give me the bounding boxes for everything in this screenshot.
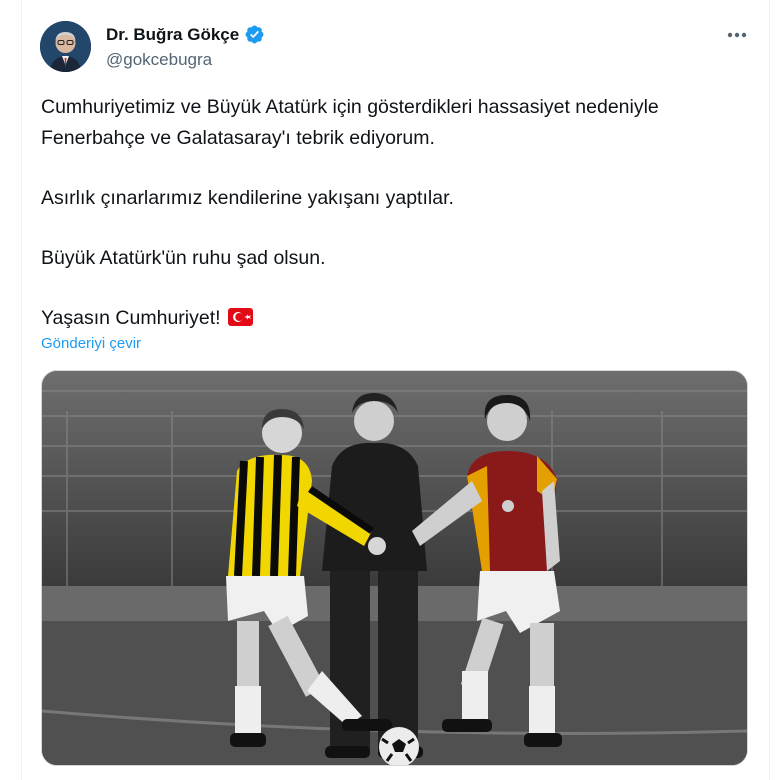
handle[interactable]: @gokcebugra: [106, 50, 212, 70]
verified-badge-icon: [244, 24, 265, 45]
display-name[interactable]: Dr. Buğra Gökçe: [106, 25, 239, 45]
turkey-flag-icon: [227, 305, 253, 326]
tweet-photo[interactable]: [41, 370, 748, 766]
tweet-paragraph: Cumhuriyetimiz ve Büyük Atatürk için gös…: [41, 96, 659, 149]
translate-link[interactable]: Gönderiyi çevir: [41, 335, 141, 352]
tweet-paragraph-with-flag: Yaşasın Cumhuriyet!: [41, 303, 756, 334]
tweet-paragraph: Asırlık çınarlarımız kendilerine yakışan…: [41, 187, 454, 209]
tweet-text: Cumhuriyetimiz ve Büyük Atatürk için gös…: [41, 92, 756, 334]
tweet-paragraph: Yaşasın Cumhuriyet!: [41, 307, 221, 329]
more-options-icon[interactable]: [724, 22, 750, 48]
avatar[interactable]: [40, 21, 91, 72]
tweet-paragraph: Büyük Atatürk'ün ruhu şad olsun.: [41, 247, 326, 269]
